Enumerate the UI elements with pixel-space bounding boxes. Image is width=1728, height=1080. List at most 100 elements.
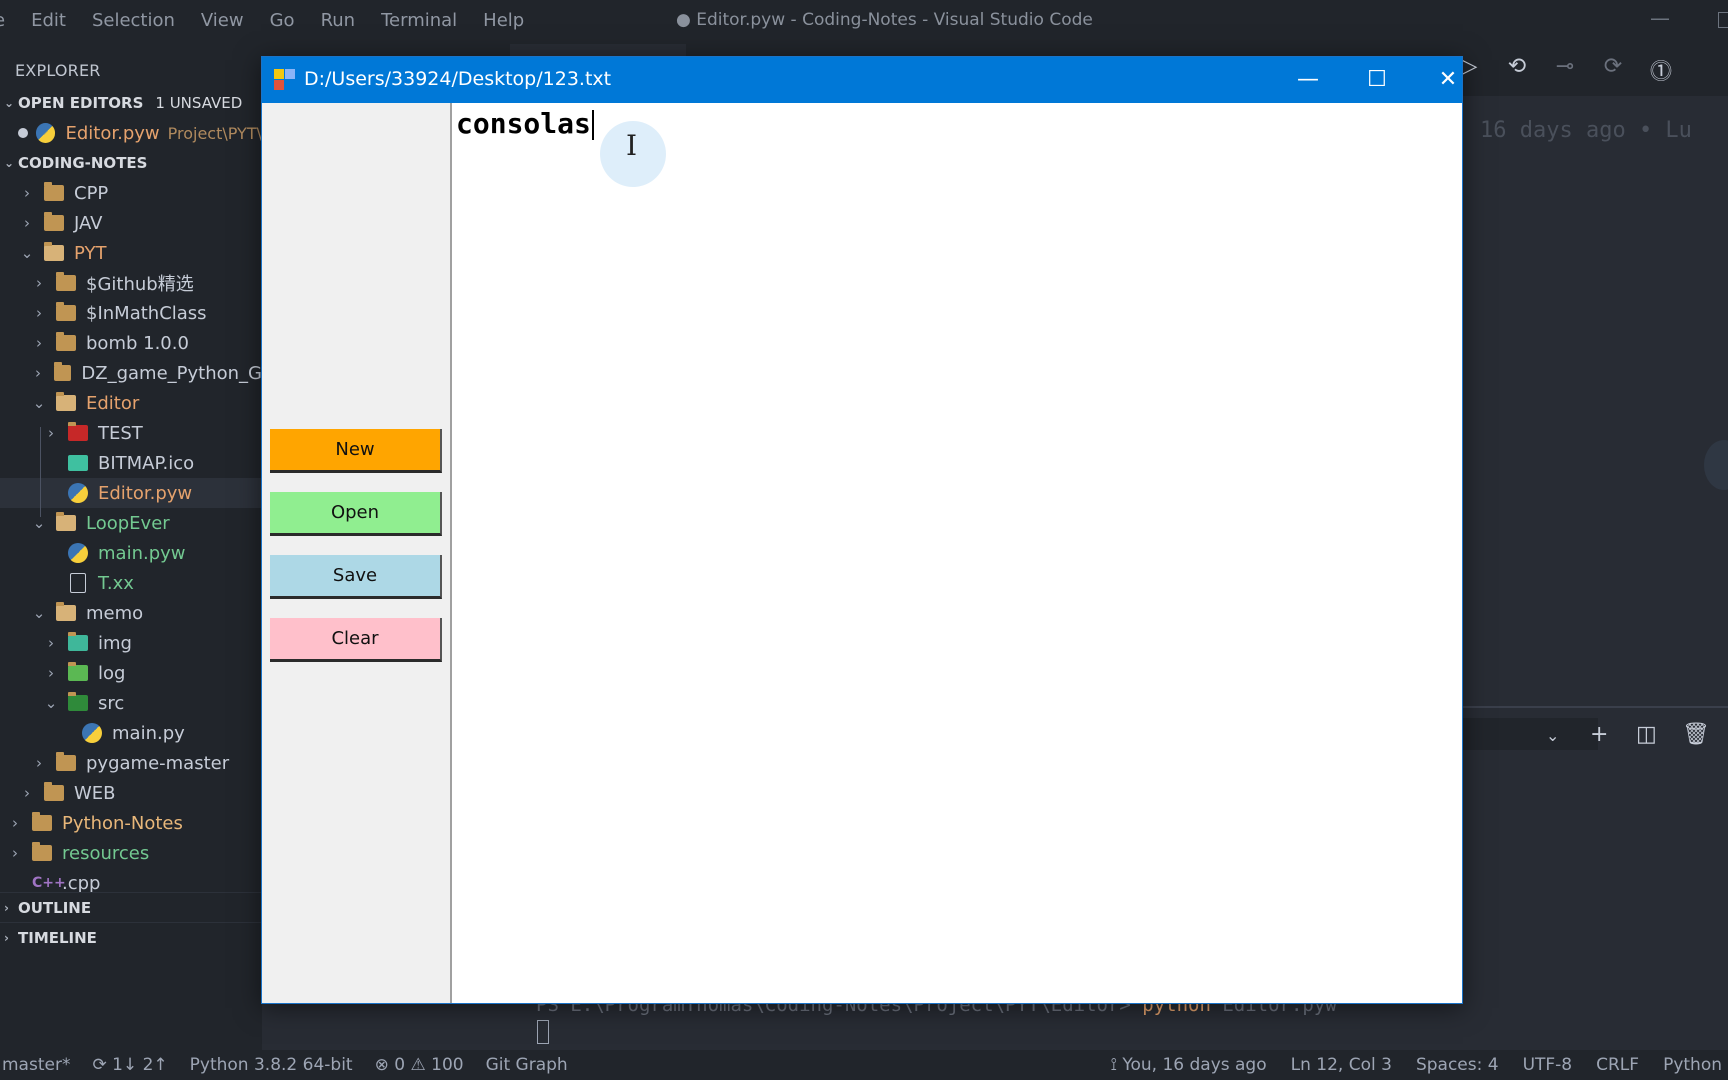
text-editor-area[interactable]: consolas I [450,103,1462,1003]
git-sync[interactable]: ⟳ 1↓ 2↑ [92,1055,167,1075]
problems-indicator[interactable]: ⊗ 0 ⚠ 100 [375,1055,464,1075]
workspace-label: CODING-NOTES [18,154,148,172]
tree-item[interactable]: ⌄ src [0,688,262,718]
git-graph-icon[interactable]: ⓵ [1648,54,1674,86]
tree-item[interactable]: ⌄ Editor [0,388,262,418]
chevron-right-icon: › [48,664,54,682]
tk-titlebar[interactable]: D:/Users/33924/Desktop/123.txt — ☐ ✕ [262,57,1462,103]
clear-button[interactable]: Clear [270,618,442,662]
menu-go[interactable]: Go [270,10,295,31]
terminal-cursor [537,1020,549,1044]
tree-item-label: resources [62,842,150,864]
tree-item[interactable]: ⌄ memo [0,598,262,628]
sync-counts: 1↓ 2↑ [112,1055,168,1075]
tree-item[interactable]: › $Github精选 [0,268,262,298]
menu-help[interactable]: Help [483,10,524,31]
tree-item-label: Editor [86,392,140,414]
chevron-right-icon: › [36,334,42,352]
test-folder-icon [68,422,88,441]
menu-run[interactable]: Run [321,10,356,31]
folder-icon [56,332,76,351]
terminal-select-dropdown[interactable] [1462,718,1598,750]
tree-item[interactable]: › log [0,658,262,688]
outline-section[interactable]: › OUTLINE [0,892,262,922]
tree-item[interactable]: › JAV [0,208,262,238]
chevron-right-icon: › [36,754,42,772]
outline-label: OUTLINE [18,898,92,917]
git-blame-status[interactable]: ⟟ You, 16 days ago [1111,1055,1267,1075]
line-ending[interactable]: CRLF [1596,1055,1639,1075]
cursor-position[interactable]: Ln 12, Col 3 [1291,1055,1392,1075]
tk-minimize-button[interactable]: — [1288,65,1328,95]
vscode-minimize-button[interactable]: — [1650,6,1670,30]
indentation[interactable]: Spaces: 4 [1416,1055,1499,1075]
tree-item[interactable]: › DZ_game_Python_G [0,358,262,388]
image-file-icon [68,455,88,471]
tree-item[interactable]: main.pyw [0,538,262,568]
menu-edit[interactable]: Edit [31,10,66,31]
workspace-section[interactable]: ⌄ CODING-NOTES [0,148,262,178]
tree-item-label: T.xx [98,572,134,594]
encoding[interactable]: UTF-8 [1523,1055,1573,1075]
error-icon: ⊗ [374,1055,395,1075]
open-editor-filename: Editor.pyw [65,122,160,144]
tk-maximize-button[interactable]: ☐ [1357,65,1397,95]
menu-selection[interactable]: Selection [92,10,175,31]
save-button[interactable]: Save [270,555,442,599]
folder-open-icon [44,242,64,261]
tree-item[interactable]: › Python-Notes [0,808,262,838]
tree-item-label: Editor.pyw [98,482,193,504]
git-branch[interactable]: master* [2,1055,70,1075]
tree-item[interactable]: › img [0,628,262,658]
trash-icon[interactable]: 🗑 [1682,722,1710,747]
chevron-right-icon: › [35,364,42,382]
vscode-maximize-button[interactable] [1718,12,1728,28]
chevron-down-icon: ⌄ [32,514,46,532]
panel-divider[interactable] [1462,706,1728,708]
tree-item-label: main.py [112,722,185,744]
menu-file[interactable]: e [0,10,5,31]
folder-open-icon [56,602,76,621]
tree-item[interactable]: ⌄ PYT [0,238,262,268]
tree-item[interactable]: › bomb 1.0.0 [0,328,262,358]
open-editor-item[interactable]: Editor.pyw Project\PYT\ [0,118,262,148]
tk-app-icon [274,69,296,91]
language-mode[interactable]: Python [1663,1055,1722,1075]
terminal-panel-actions: ⌄ + ◫ 🗑 [1460,714,1728,754]
tree-item-label: pygame-master [86,752,230,774]
editor-toolbar: ▷ ⟲ ⊸ ⟳ ⓵ [1456,54,1674,86]
chevron-right-icon: › [4,900,9,915]
git-commit-icon[interactable]: ⊸ [1552,54,1578,86]
tree-item[interactable]: › WEB [0,778,262,808]
split-terminal-icon[interactable]: ◫ [1636,722,1657,747]
folder-icon [32,812,52,831]
vscode-titlebar: e Edit Selection View Go Run Terminal He… [0,0,1728,44]
tree-item[interactable]: › $InMathClass [0,298,262,328]
menu-view[interactable]: View [201,10,244,31]
python-interpreter[interactable]: Python 3.8.2 64-bit [190,1055,353,1075]
git-graph-button[interactable]: Git Graph [486,1055,568,1075]
open-editors-section[interactable]: ⌄ OPEN EDITORS 1 UNSAVED [0,88,262,118]
tk-window-title: D:/Users/33924/Desktop/123.txt [304,68,612,90]
menu-terminal[interactable]: Terminal [381,10,457,31]
git-next-change-icon[interactable]: ⟳ [1600,54,1626,86]
timeline-section[interactable]: › TIMELINE [0,922,262,952]
tree-item[interactable]: › pygame-master [0,748,262,778]
chevron-down-icon[interactable]: ⌄ [1546,726,1559,745]
tree-item-label: img [98,632,132,654]
tree-item[interactable]: main.py [0,718,262,748]
tk-close-button[interactable]: ✕ [1428,65,1468,95]
new-button[interactable]: New [270,429,442,473]
ibeam-cursor-icon: I [626,129,638,162]
git-commit-icon: ⟟ [1110,1055,1123,1075]
new-terminal-icon[interactable]: + [1590,722,1608,747]
tree-item[interactable]: T.xx [0,568,262,598]
open-button[interactable]: Open [270,492,442,536]
chevron-right-icon: › [4,930,9,945]
tree-item[interactable]: › resources [0,838,262,868]
git-previous-change-icon[interactable]: ⟲ [1504,54,1530,86]
tree-item[interactable]: › CPP [0,178,262,208]
folder-icon [44,182,64,201]
unsaved-dot-icon[interactable] [18,128,28,138]
python-file-icon [68,483,88,503]
